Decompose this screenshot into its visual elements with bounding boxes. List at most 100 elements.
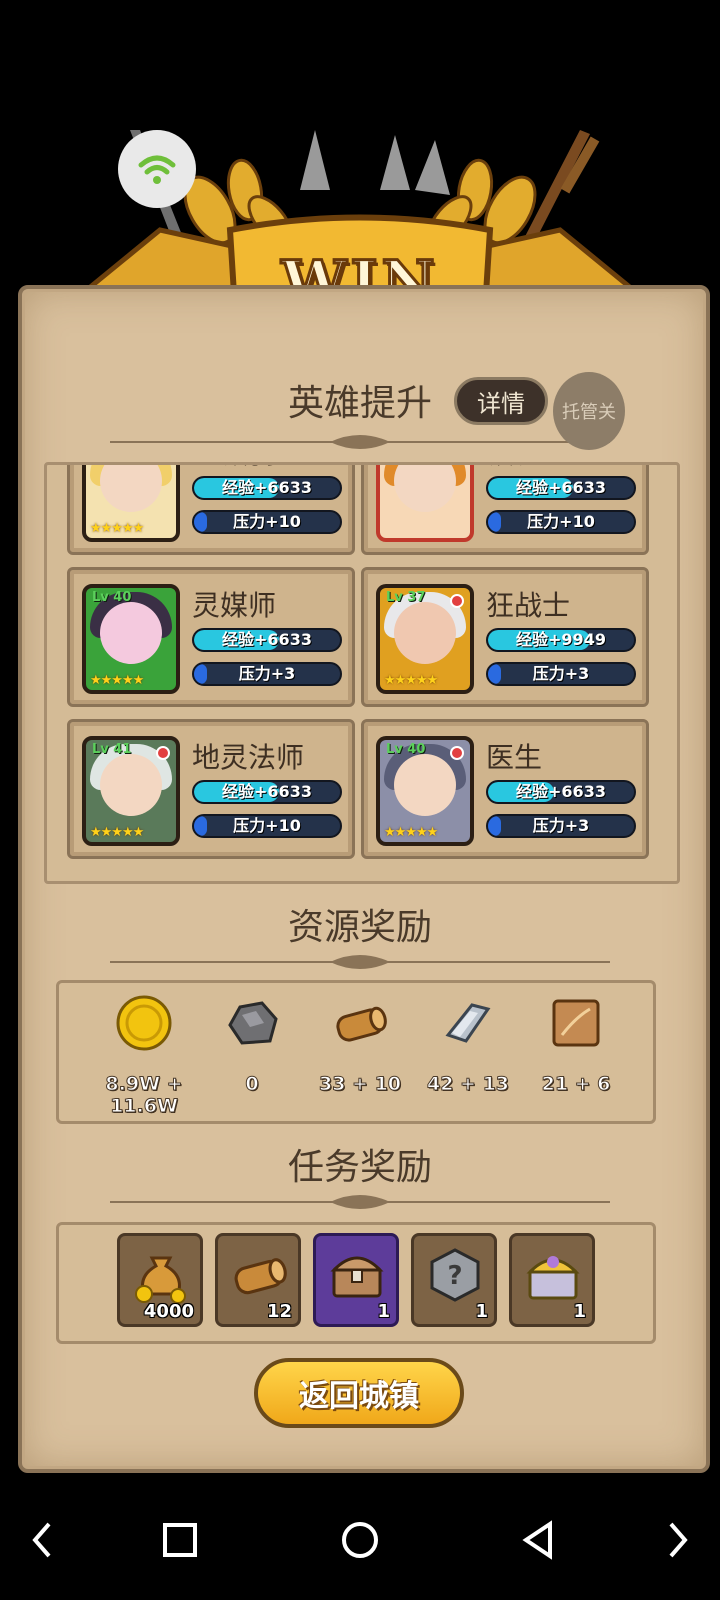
resource-value: 21 + 6 [541,1073,611,1096]
hero-card[interactable]: Lv 40 ★★★★★ 医生 经验+6633 压力+3 [361,719,649,859]
hero-name: 圣殿骑士 [192,465,304,472]
reward-count: 1 [475,1301,488,1322]
hero-face [100,602,162,664]
hero-level: Lv 37 [386,590,426,605]
hero-level: Lv 40 [386,742,426,757]
recents-button[interactable] [148,1508,212,1572]
hero-name: 狂战士 [486,589,571,622]
hero-portrait: Lv 37 ★★★★★ [376,584,474,694]
detail-button[interactable]: 详情 [454,377,548,425]
exp-bar: 经验+6633 [192,476,342,500]
notification-dot [450,746,464,760]
hero-portrait [376,465,474,542]
hero-card[interactable]: ★★★★★ 圣殿骑士 经验+6633 压力+10 [67,465,355,555]
exp-text: 经验+6633 [222,630,312,649]
money-bag-icon [135,1256,186,1304]
exp-bar: 经验+6633 [192,780,342,804]
return-to-town-button[interactable]: 返回城镇 [254,1358,464,1428]
resource-item: 0 [197,993,307,1113]
pressure-text: 压力+3 [532,664,590,683]
home-button[interactable] [328,1508,392,1572]
pressure-bar: 压力+10 [192,814,342,838]
pressure-text: 压力+10 [233,816,301,835]
reward-count: 1 [377,1301,390,1322]
hero-stars: ★★★★★ [90,521,144,536]
hero-face [394,754,456,816]
exp-text: 经验+6633 [516,782,606,801]
hero-name: 医生 [486,741,543,774]
resource-section-title: 资源奖励 [287,907,432,948]
forward-arrow-icon [669,1522,688,1558]
iron-ingot-icon [445,1003,491,1043]
pressure-bar: 压力+10 [486,510,636,534]
exp-bar: 经验+9949 [486,628,636,652]
hero-face [100,754,162,816]
wifi-button[interactable] [118,130,196,208]
notification-dot [156,746,170,760]
hero-list[interactable]: ★★★★★ 圣殿骑士 经验+6633 压力+10 镇长 经验+6633 压力+1… [44,462,680,884]
hero-card[interactable]: 镇长 经验+6633 压力+10 [361,465,649,555]
back-triangle-button[interactable] [506,1508,570,1572]
pressure-bar: 压力+10 [192,510,342,534]
wood-log-icon [234,1258,287,1295]
hero-portrait: Lv 40 ★★★★★ [376,736,474,846]
hero-card[interactable]: Lv 41 ★★★★★ 地灵法师 经验+6633 压力+10 [67,719,355,859]
resource-item: 21 + 6 [521,993,631,1113]
recents-icon [163,1523,197,1557]
hero-portrait: ★★★★★ [82,465,180,542]
golden-chest-icon [526,1256,580,1300]
section-divider [110,1195,610,1209]
pressure-text: 压力+3 [238,664,296,683]
exp-bar: 经验+6633 [486,476,636,500]
hero-level: Lv 41 [92,742,132,757]
back-arrow-button[interactable] [10,1508,74,1572]
pressure-bar: 压力+3 [486,814,636,838]
hero-name: 地灵法师 [192,741,305,774]
hero-card[interactable]: Lv 40 ★★★★★ 灵媒师 经验+6633 压力+3 [67,567,355,707]
hero-card[interactable]: Lv 37 ★★★★★ 狂战士 经验+9949 压力+3 [361,567,649,707]
leather-icon [552,999,600,1047]
hero-name: 灵媒师 [192,589,277,622]
exp-text: 经验+6633 [222,782,312,801]
reward-count: 12 [266,1301,292,1322]
hero-face [100,465,162,512]
wifi-icon [138,155,176,184]
home-icon [342,1522,378,1558]
hero-stars: ★★★★★ [384,825,438,840]
back-arrow-icon [32,1522,51,1558]
auto-mode-button[interactable]: 托管关 [553,372,625,450]
exp-bar: 经验+6633 [486,780,636,804]
section-divider [110,435,610,449]
exp-text: 经验+6633 [516,478,606,497]
exp-bar: 经验+6633 [192,628,342,652]
reward-slot[interactable]: ? 1 [411,1233,497,1327]
exp-text: 经验+9949 [516,630,606,649]
reward-slot[interactable]: 12 [215,1233,301,1327]
hero-face [394,465,456,512]
reward-slot[interactable]: 1 [313,1233,399,1327]
back-triangle-icon [522,1520,552,1560]
reward-count: 4000 [143,1301,194,1322]
task-section-title: 任务奖励 [287,1147,432,1188]
hero-portrait: Lv 40 ★★★★★ [82,584,180,694]
task-rewards: 4000 12 1 ? 1 1 [56,1222,656,1344]
pressure-text: 压力+10 [233,512,301,531]
reward-slot[interactable]: 4000 [117,1233,203,1327]
stone-icon [228,1001,278,1045]
hero-stars: ★★★★★ [384,673,438,688]
forward-arrow-button[interactable] [646,1508,710,1572]
hero-face [394,602,456,664]
resource-rewards: 8.9W + 11.6W 0 33 + 10 42 + 13 21 + 6 [56,980,656,1124]
pressure-text: 压力+3 [532,816,590,835]
section-divider [110,955,610,969]
reward-slot[interactable]: 1 [509,1233,595,1327]
pressure-bar: 压力+3 [192,662,342,686]
notification-dot [450,594,464,608]
hero-level: Lv 40 [92,590,132,605]
hero-portrait: Lv 41 ★★★★★ [82,736,180,846]
svg-text:?: ? [447,1261,462,1291]
hero-stars: ★★★★★ [90,825,144,840]
pressure-text: 压力+10 [527,512,595,531]
resource-item: 42 + 13 [413,993,523,1113]
resource-item: 33 + 10 [305,993,415,1113]
